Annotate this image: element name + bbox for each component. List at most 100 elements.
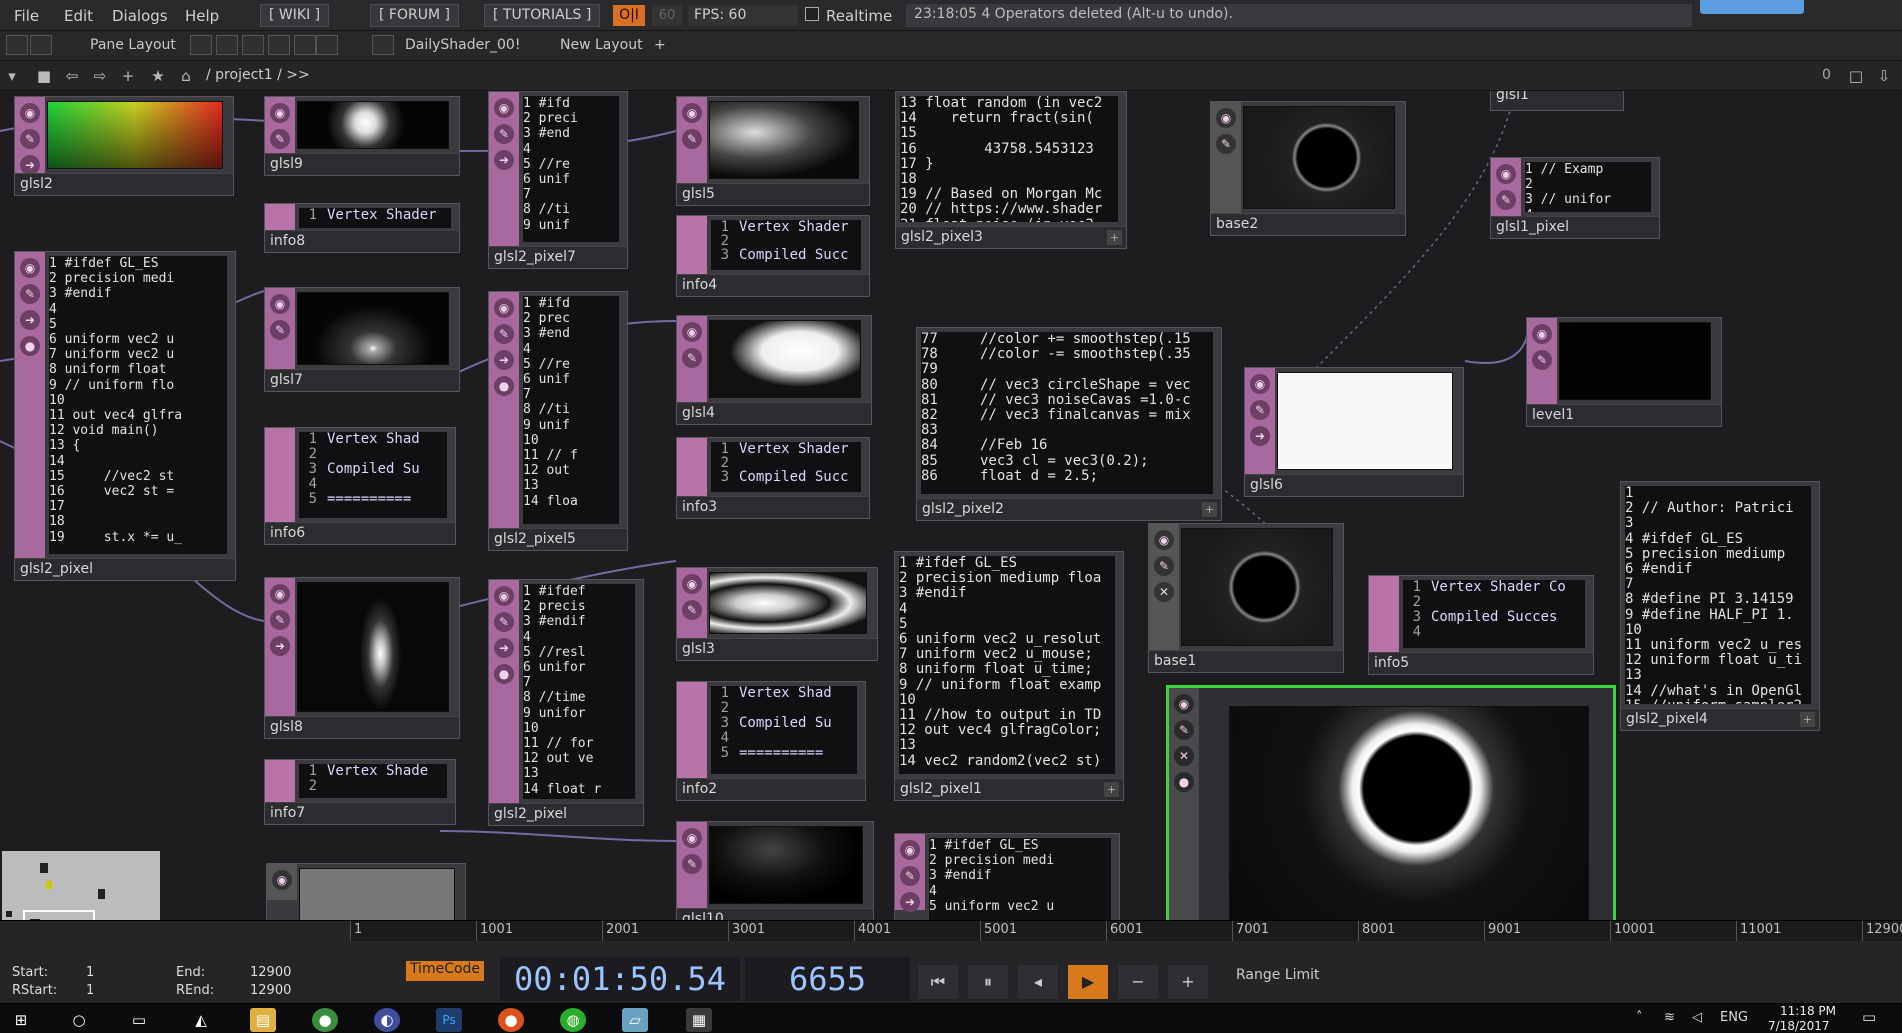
pane-icon-2[interactable]: [30, 35, 52, 55]
network-editor[interactable]: ◉ ✎ ➜ glsl2 ◉ ✎ glsl9 1 Vertex Shader info8 …: [0, 91, 1902, 920]
lock-icon[interactable]: ●: [494, 664, 514, 684]
close-icon[interactable]: ✕: [1154, 582, 1174, 602]
app-icon[interactable]: ▱: [622, 1008, 648, 1032]
bypass-icon[interactable]: ✎: [270, 610, 290, 630]
viewer-icon[interactable]: ◉: [494, 98, 514, 118]
node-output-active[interactable]: ◉ ✎ ✕ ●: [1166, 685, 1616, 920]
menu-edit[interactable]: Edit: [64, 7, 93, 25]
viewer-icon[interactable]: ◉: [272, 870, 292, 890]
cook-icon[interactable]: ➜: [20, 310, 40, 330]
forward-icon[interactable]: ⇨: [90, 66, 110, 86]
pinned-app-icon[interactable]: ◭: [188, 1008, 214, 1032]
node-level1[interactable]: ◉ ✎ level1: [1526, 317, 1722, 427]
chrome-icon[interactable]: ●: [312, 1008, 338, 1032]
layout-1-button[interactable]: [190, 35, 212, 55]
browser-icon[interactable]: ◐: [374, 1008, 400, 1032]
menu-help[interactable]: Help: [185, 7, 219, 25]
viewer-icon[interactable]: ◉: [1174, 694, 1194, 714]
code-view[interactable]: 1 #ifdef GL_ES 2 precision medi 3 #endif…: [929, 838, 1111, 920]
star-icon[interactable]: ★: [148, 66, 168, 86]
edit-icon[interactable]: ✎: [494, 124, 514, 144]
code-view[interactable]: 1 #ifdef GL_ES 2 precision medi 3 #endif…: [49, 256, 227, 554]
chevron-down-icon[interactable]: ▾: [2, 66, 22, 86]
windows-start-icon[interactable]: ⊞: [8, 1008, 34, 1032]
tab-dailyshader[interactable]: DailyShader_00!: [405, 37, 520, 53]
step-back-button[interactable]: ◂: [1018, 965, 1058, 999]
node-glsl9[interactable]: ◉ ✎ glsl9: [264, 96, 460, 176]
viewer-icon[interactable]: ◉: [682, 574, 702, 594]
tab-icon[interactable]: [372, 35, 394, 55]
bypass-icon[interactable]: ✎: [682, 600, 702, 620]
bypass-icon[interactable]: ✎: [1532, 350, 1552, 370]
home-icon[interactable]: ⌂: [176, 66, 196, 86]
node-info4[interactable]: 1 Vertex Shader 2 3 Compiled Succ info4: [676, 215, 870, 297]
node-glsl2-pixel6[interactable]: ◉ ✎ ➜ ● 1 #ifdef 2 precis 3 #endif 4 5 //re…: [488, 579, 644, 826]
code-view[interactable]: 13 float random (in vec2 14 return fract…: [900, 96, 1118, 222]
layout-3-button[interactable]: [242, 35, 264, 55]
code-view[interactable]: 1 2 // Author: Patrici 3 4 #ifdef GL_ES …: [1625, 486, 1811, 704]
layout-2-button[interactable]: [216, 35, 238, 55]
viewer-icon[interactable]: ◉: [494, 298, 514, 318]
bypass-icon[interactable]: ✎: [682, 348, 702, 368]
volume-icon[interactable]: ◁: [1692, 1010, 1702, 1025]
code-view[interactable]: 77 //color += smoothstep(.15 78 //color …: [921, 332, 1213, 494]
viewer-icon[interactable]: ◉: [494, 586, 514, 606]
viewer-icon[interactable]: ◉: [1216, 108, 1236, 128]
cook-icon[interactable]: ➜: [1250, 426, 1270, 446]
touchdesigner-icon[interactable]: ▦: [686, 1008, 712, 1032]
frame-display[interactable]: 6655: [745, 957, 910, 1001]
upload-widget[interactable]: [1700, 0, 1804, 14]
node-glsl2-pixel1[interactable]: 1 #ifdef GL_ES 2 precision mediump floa …: [894, 551, 1124, 801]
bypass-icon[interactable]: ✎: [270, 320, 290, 340]
node-glsl4[interactable]: ◉ ✎ glsl4: [676, 315, 872, 425]
layout-4-button[interactable]: [268, 35, 290, 55]
file-explorer-icon[interactable]: ▤: [250, 1008, 276, 1032]
edit-icon[interactable]: ✎: [1154, 556, 1174, 576]
add-layout-icon[interactable]: +: [654, 37, 666, 53]
edit-icon[interactable]: ✎: [1496, 190, 1516, 210]
network-minimap[interactable]: [2, 851, 160, 920]
viewer-icon[interactable]: ◉: [1532, 324, 1552, 344]
tray-chevron-icon[interactable]: ˄: [1636, 1010, 1643, 1025]
rewind-button[interactable]: ⏮: [918, 965, 958, 999]
bypass-icon[interactable]: ✎: [682, 129, 702, 149]
node-glsl3[interactable]: ◉ ✎ glsl3: [676, 567, 878, 661]
language-indicator[interactable]: ENG: [1720, 1010, 1748, 1025]
code-view[interactable]: 1 #ifd 2 preci 3 #end 4 5 //re 6 unif 7 …: [523, 96, 619, 242]
node-glsl1[interactable]: glsl1: [1490, 91, 1624, 111]
end-value[interactable]: 12900: [250, 965, 291, 980]
add-icon[interactable]: +: [1800, 712, 1815, 727]
add-icon[interactable]: +: [118, 66, 138, 86]
perform-toggle[interactable]: O|I: [613, 5, 645, 26]
cook-icon[interactable]: ➜: [20, 155, 40, 175]
node-glsl8[interactable]: ◉ ✎ ➜ glsl8: [264, 577, 460, 739]
viewer-icon[interactable]: ◉: [1250, 374, 1270, 394]
cook-icon[interactable]: ➜: [270, 636, 290, 656]
menu-dialogs[interactable]: Dialogs: [112, 7, 168, 25]
notification-icon[interactable]: ▭: [1862, 1008, 1876, 1026]
viewer-icon[interactable]: ◉: [682, 828, 702, 848]
node-base1[interactable]: ◉ ✎ ✕ base1: [1148, 523, 1344, 673]
rend-value[interactable]: 12900: [250, 983, 291, 998]
viewer-icon[interactable]: ◉: [270, 294, 290, 314]
node-glsl1-pixel[interactable]: ◉✎ 1 // Examp 2 3 // unifor 4 5 out vec4…: [1490, 157, 1660, 239]
edit-icon[interactable]: ✎: [494, 324, 514, 344]
close-icon[interactable]: ✕: [1174, 746, 1194, 766]
back-icon[interactable]: ⇦: [62, 66, 82, 86]
viewer-icon[interactable]: ◉: [270, 584, 290, 604]
node-glsl2-pixel2[interactable]: 77 //color += smoothstep(.15 78 //color …: [916, 327, 1222, 521]
timeline-ruler[interactable]: 1 1001 2001 3001 4001 5001 6001 7001 8001 9001 100…: [350, 921, 1902, 941]
node-glsl2-pixel5[interactable]: ◉ ✎ ➜ ● 1 #ifd 2 prec 3 #end 4 5 //re 6 uni…: [488, 291, 628, 551]
lock-icon[interactable]: ●: [1174, 772, 1194, 792]
clock-time[interactable]: 11:18 PM: [1780, 1004, 1836, 1018]
photoshop-icon[interactable]: Ps: [436, 1008, 462, 1032]
node-glsl5[interactable]: ◉ ✎ glsl5: [676, 96, 870, 206]
node-glsl2-pixel4[interactable]: 1 2 // Author: Patrici 3 4 #ifdef GL_ES …: [1620, 481, 1820, 731]
node-glsl-code-bottom[interactable]: ◉ ✎ ➜ 1 #ifdef GL_ES 2 precision medi 3 #e…: [894, 833, 1120, 920]
cook-icon[interactable]: ➜: [494, 350, 514, 370]
start-value[interactable]: 1: [86, 965, 94, 980]
bypass-icon[interactable]: ✎: [270, 129, 290, 149]
bypass-icon[interactable]: ✎: [1250, 400, 1270, 420]
decrement-button[interactable]: −: [1118, 965, 1158, 999]
node-glsl2-pixel3[interactable]: 13 float random (in vec2 14 return fract…: [895, 91, 1127, 249]
